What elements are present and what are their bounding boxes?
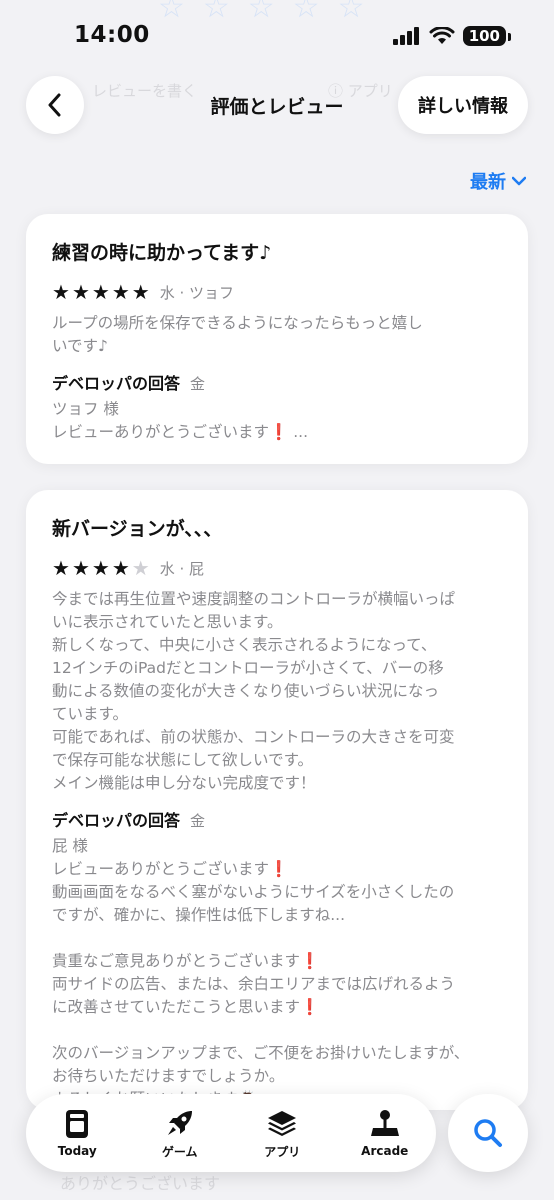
tab-arcade[interactable]: Arcade (340, 1108, 430, 1158)
star-filled-icon: ★ (111, 280, 130, 304)
developer-response-day: 金 (190, 812, 206, 830)
star-rating: ★ ★ ★ ★ ★ (52, 282, 150, 302)
tab-apps[interactable]: アプリ (237, 1107, 327, 1160)
sort-label: 最新 (470, 172, 506, 193)
star-rating: ★ ★ ★ ★ ★ (52, 558, 150, 578)
tab-today[interactable]: Today (32, 1108, 122, 1158)
joystick-icon (370, 1110, 399, 1136)
tab-bar: Today ゲーム アプリ Arcade (26, 1094, 436, 1172)
developer-response-text: 屁 様 レビューありがとうございます❗ 動画画面をなるべく塞がないようにサイズを… (52, 837, 470, 1108)
developer-response-label: デベロッパの回答 (52, 811, 181, 830)
wifi-icon (429, 27, 455, 44)
star-filled-icon: ★ (52, 556, 70, 580)
star-filled-icon: ★ (71, 556, 90, 580)
chevron-down-icon (512, 176, 526, 186)
status-indicators: 100 (392, 26, 512, 46)
navigation-bar: レビューを書く ⓘ アプリ 評価とレビュー 詳しい情報 (0, 74, 554, 136)
background-stars-decoration: ☆☆☆☆☆ (158, 0, 383, 25)
review-card[interactable]: 練習の時に助かってます♪ ★ ★ ★ ★ ★ 水 · ツョフ ループの場所を保存できるよ… (26, 214, 528, 464)
battery-icon: 100 (462, 26, 512, 46)
review-title: 新バージョンが、、、 (52, 518, 223, 540)
more-info-button[interactable]: 詳しい情報 (398, 76, 528, 134)
rocket-icon (167, 1110, 192, 1135)
status-bar: ☆☆☆☆☆ 14:00 100 (0, 0, 554, 70)
star-filled-icon: ★ (131, 280, 150, 304)
developer-response-label: デベロッパの回答 (52, 374, 181, 393)
developer-response-text: ツョフ 様 レビューありがとうございます❗ ... (52, 400, 309, 441)
star-filled-icon: ★ (91, 280, 110, 304)
status-time: 14:00 (74, 22, 150, 48)
review-meta: ★ ★ ★ ★ ★ 水 · 屁 (52, 556, 502, 580)
tab-today-label: Today (57, 1144, 97, 1158)
review-body: ループの場所を保存できるようになったらもっと嬉し いです♪ (52, 314, 423, 355)
star-filled-icon: ★ (52, 280, 70, 304)
apps-stack-icon (268, 1110, 297, 1136)
developer-response-header: デベロッパの回答 金 (52, 370, 502, 394)
today-icon (66, 1110, 89, 1138)
review-date-author: 水 · ツョフ (159, 283, 234, 302)
review-date-author: 水 · 屁 (159, 559, 204, 578)
scrolled-text-behind-tabbar: ありがとうございます (60, 1174, 221, 1193)
review-meta: ★ ★ ★ ★ ★ 水 · ツョフ (52, 280, 502, 304)
tab-arcade-label: Arcade (361, 1144, 409, 1158)
review-card[interactable]: 新バージョンが、、、 ★ ★ ★ ★ ★ 水 · 屁 今までは再生位置や速度調整のコント… (26, 490, 528, 1110)
tab-games-label: ゲーム (161, 1144, 198, 1159)
developer-response-header: デベロッパの回答 金 (52, 807, 502, 831)
tab-games[interactable]: ゲーム (135, 1107, 225, 1160)
search-button[interactable] (448, 1094, 528, 1172)
star-empty-icon: ★ (131, 556, 150, 580)
review-title: 練習の時に助かってます♪ (52, 242, 272, 264)
sort-dropdown[interactable]: 最新 (470, 168, 526, 194)
star-filled-icon: ★ (91, 556, 110, 580)
signal-icon (392, 27, 419, 45)
star-filled-icon: ★ (111, 556, 130, 580)
developer-response-day: 金 (190, 375, 206, 393)
tab-apps-label: アプリ (264, 1144, 301, 1159)
review-body: 今までは再生位置や速度調整のコントローラが横幅いっぱ いに表示されていたと思いま… (52, 590, 456, 792)
star-filled-icon: ★ (71, 280, 90, 304)
search-icon (474, 1119, 502, 1147)
